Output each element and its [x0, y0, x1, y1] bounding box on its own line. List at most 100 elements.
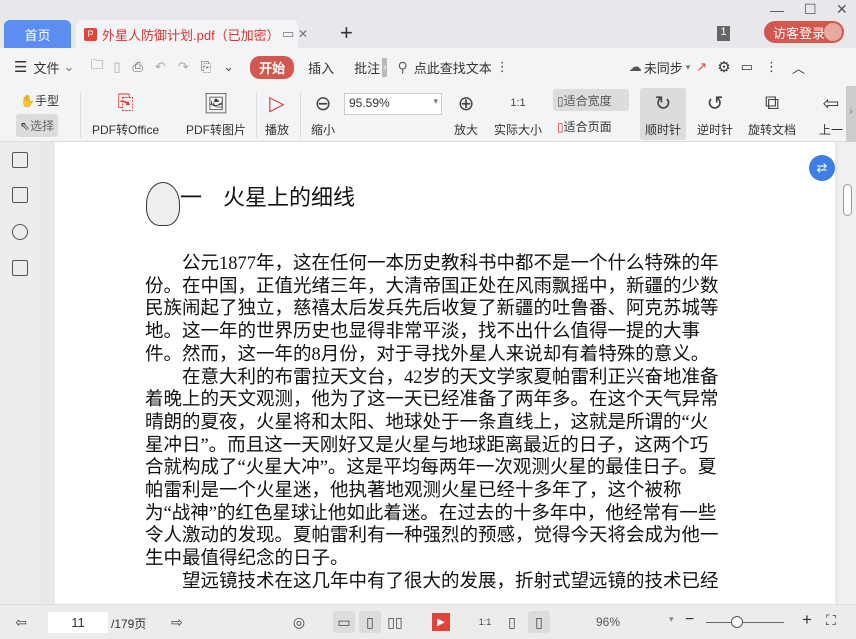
file-menu[interactable]: 文件: [33, 58, 59, 77]
chapter-title: 火星上的细线: [223, 186, 356, 211]
tab-annotate[interactable]: 批注: [354, 58, 380, 77]
minimize-button[interactable]: —: [770, 2, 784, 18]
more-options-icon[interactable]: ⋮: [765, 59, 778, 75]
actual-size-icon[interactable]: 1:1: [476, 613, 494, 631]
gear-icon[interactable]: ⚙: [717, 58, 730, 76]
select-tool[interactable]: ⇖选择: [16, 114, 59, 137]
rotate-clockwise-button[interactable]: ↻ 顺时针: [640, 88, 686, 140]
cursor-icon: ⇖: [20, 119, 31, 133]
pdf-to-image-label: PDF转图片: [186, 123, 247, 137]
close-button[interactable]: ✕: [836, 1, 848, 18]
zoom-in-icon[interactable]: +: [802, 610, 812, 630]
play-icon[interactable]: ▶: [432, 613, 450, 631]
redo-icon[interactable]: ↷: [178, 59, 189, 75]
zoom-slider[interactable]: [706, 622, 784, 623]
signature-icon[interactable]: [12, 260, 28, 276]
vertical-scrollbar[interactable]: [838, 142, 856, 604]
document-line: 合就构成了“火星大冲”。这是平均每两年一次观测火星的最佳日子。夏: [145, 458, 717, 479]
actual-size-button[interactable]: 1:1 实际大小: [494, 90, 542, 138]
tab-close-icon[interactable]: ✕: [298, 27, 308, 41]
zoom-slider-handle[interactable]: [731, 616, 744, 628]
chapter-number: 一: [180, 186, 203, 211]
rotate-clockwise-label: 顺时针: [644, 123, 681, 137]
new-tab-button[interactable]: +: [340, 20, 353, 46]
hand-tool[interactable]: ✋手型: [20, 92, 59, 109]
prev-page-icon[interactable]: ⇦: [12, 613, 30, 631]
tab-start[interactable]: 开始: [250, 55, 295, 79]
more-icon[interactable]: ⌄: [223, 59, 234, 75]
zoom-in-label: 放大: [453, 123, 478, 137]
double-page-icon[interactable]: ▯▯: [386, 613, 404, 631]
pdf-to-office-label: PDF转Office: [92, 123, 160, 137]
share-icon[interactable]: ↗: [696, 59, 707, 75]
save-icon[interactable]: ▯: [113, 59, 120, 75]
maximize-button[interactable]: ☐: [804, 1, 817, 18]
fit-page-icon: ▯: [557, 120, 564, 134]
tab-count-badge[interactable]: 1: [717, 26, 730, 41]
cloud-icon: ☁: [628, 59, 642, 74]
zoom-select[interactable]: 95.59% ▾: [344, 93, 442, 115]
page-number-input[interactable]: 11: [48, 612, 108, 633]
zoom-level[interactable]: 96%: [596, 615, 620, 629]
hand-icon: ✋: [20, 94, 35, 108]
fullscreen-icon[interactable]: ⛶: [826, 612, 836, 629]
login-button[interactable]: 访客登录: [764, 21, 844, 43]
tab-document[interactable]: P 外星人防御计划.pdf（已加密） ▭ ✕: [76, 20, 308, 48]
open-icon[interactable]: 🗀: [90, 56, 103, 78]
fit-width-button[interactable]: ▯适合宽度: [553, 89, 629, 111]
fit-page-icon[interactable]: ▯: [503, 613, 521, 631]
play-icon: ▷: [269, 92, 285, 115]
scroll-tabs-right[interactable]: ›: [382, 57, 388, 77]
document-line: 公元1877年，这在任何一本历史教科书中都不是一个什么特殊的年: [145, 254, 719, 274]
outline-icon[interactable]: [12, 152, 28, 168]
export-icon[interactable]: ⎘: [201, 59, 211, 75]
play-button[interactable]: ▷ 播放: [264, 90, 290, 138]
zoom-in-button[interactable]: ⊕ 放大: [453, 90, 479, 138]
continuous-page-icon[interactable]: ▯: [359, 611, 381, 633]
pdf-to-image-button[interactable]: 🖼 PDF转图片: [186, 90, 246, 138]
undo-icon[interactable]: ↶: [155, 59, 166, 75]
zoom-out-icon[interactable]: −: [685, 611, 694, 629]
float-convert-button[interactable]: ⇄: [809, 155, 835, 181]
rotate-document-button[interactable]: ⧉ 旋转文档: [748, 90, 796, 138]
collapse-icon[interactable]: ︿: [792, 58, 805, 77]
avatar-icon: [824, 23, 842, 41]
toolbar-scroll-right[interactable]: ›: [846, 86, 856, 142]
kebab-icon[interactable]: ⋮: [496, 59, 509, 75]
actual-size-icon: 1:1: [510, 97, 526, 109]
tab-home[interactable]: 首页: [4, 20, 71, 48]
hand-label: 手型: [34, 94, 59, 108]
dropdown-arrow-icon[interactable]: ▾: [686, 62, 691, 73]
zoom-out-button[interactable]: ⊖ 缩小: [310, 90, 336, 138]
document-line: 地。这一年的世界历史也显得非常平淡，找不出什么值得一提的大事: [145, 322, 701, 343]
print-icon[interactable]: ⎙: [133, 59, 143, 75]
next-page-icon[interactable]: ⇨: [168, 613, 186, 631]
single-page-icon[interactable]: ▭: [333, 611, 355, 633]
select-label: 选择: [30, 119, 55, 133]
menu-icon[interactable]: ☰: [14, 58, 27, 76]
fit-width-icon[interactable]: ▯: [528, 611, 550, 633]
arrow-left-icon: ⇦: [822, 92, 840, 115]
fit-page-button[interactable]: ▯适合页面: [557, 118, 612, 135]
zoom-out-label: 缩小: [310, 123, 335, 137]
feedback-icon[interactable]: ▭: [741, 59, 753, 75]
sync-status[interactable]: 未同步: [644, 58, 683, 77]
eye-protection-icon[interactable]: ◎: [290, 613, 308, 631]
previous-page-button[interactable]: ⇦ 上一: [818, 90, 844, 138]
fit-width-icon: ▯: [557, 94, 564, 108]
tab-document-label: 外星人防御计划.pdf（已加密）: [102, 27, 280, 43]
scrollbar-thumb[interactable]: [843, 184, 852, 216]
thumbnail-icon[interactable]: [12, 187, 28, 203]
chapter-heading: 一 火星上的细线: [180, 180, 355, 212]
document-line: 生中最值得纪念的日子。: [145, 549, 349, 570]
rotate-counterclockwise-button[interactable]: ↺ 逆时针: [697, 90, 733, 138]
search-input[interactable]: 点此查找文本: [414, 58, 492, 77]
tab-insert[interactable]: 插入: [308, 58, 334, 77]
pin-icon[interactable]: ▭: [282, 26, 294, 42]
pdf-to-office-button[interactable]: ⎘ PDF转Office: [92, 90, 159, 138]
zoom-out-icon: ⊖: [314, 92, 332, 115]
chevron-down-icon[interactable]: ⌄: [63, 59, 74, 75]
zoom-dropdown-icon[interactable]: ▾: [669, 614, 674, 625]
fit-page-label: 适合页面: [563, 120, 612, 134]
annotation-icon[interactable]: [12, 224, 28, 240]
